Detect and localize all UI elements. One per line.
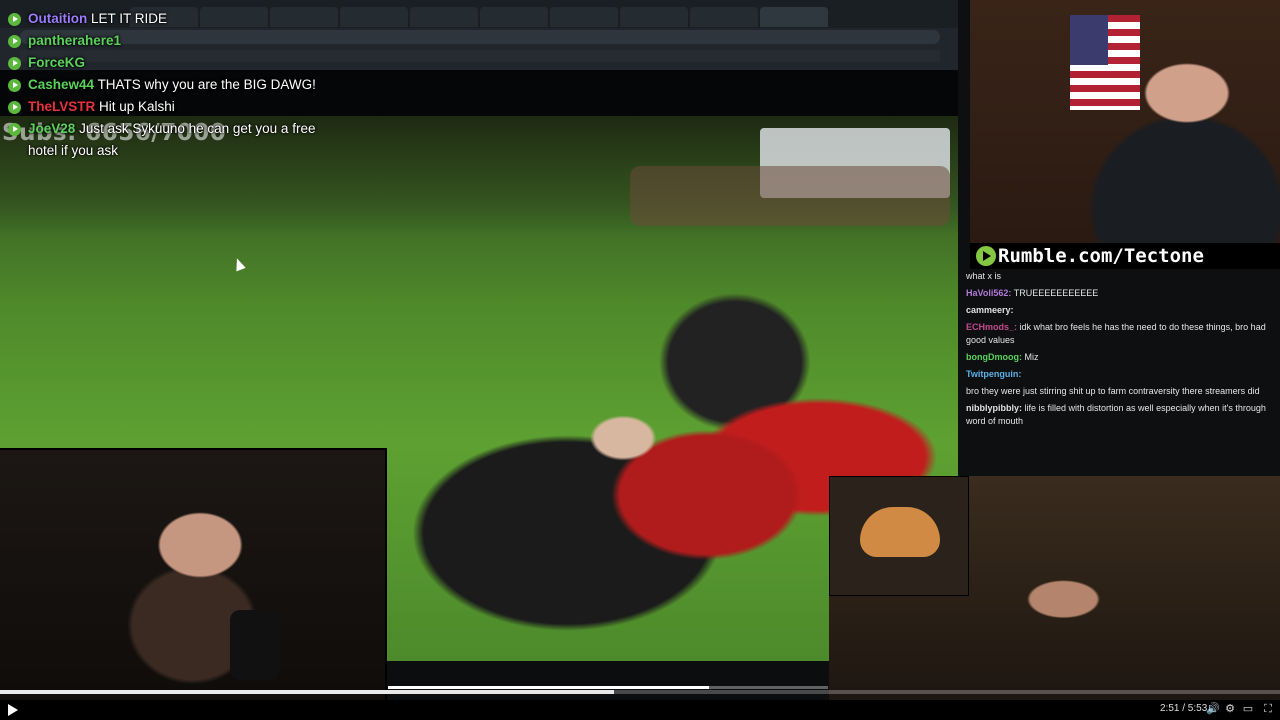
right-panel: Rumble.com/Tectone what x is HaVoli562: T…: [958, 0, 1280, 476]
cat: [860, 507, 940, 557]
side-chat-username: HaVoli562:: [966, 288, 1012, 298]
side-chat-message: ECHmods_: idk what bro feels he has the …: [962, 319, 1274, 349]
chat-username: ForceKG: [28, 55, 86, 70]
rumble-label: Rumble.com/Tectone: [998, 245, 1204, 267]
rumble-banner: Rumble.com/Tectone: [970, 243, 1280, 269]
fullscreen-icon[interactable]: ⛶: [1262, 703, 1274, 715]
rumble-play-icon: [8, 13, 21, 26]
chat-username: Outaition: [28, 11, 88, 26]
webcam-left: [0, 448, 387, 700]
progress-bar[interactable]: [0, 690, 1280, 694]
side-chat-text: Miz: [1024, 352, 1039, 362]
settings-icon[interactable]: ⚙: [1224, 703, 1236, 715]
american-flag: [1070, 15, 1140, 110]
side-chat-message: bongDmoog: Miz: [962, 349, 1274, 366]
side-chat-username: nibblypibbly:: [966, 403, 1022, 413]
side-chat-username: cammeery:: [966, 305, 1014, 315]
rumble-play-icon: [8, 101, 21, 114]
chat-username: pantherahere1: [28, 33, 122, 48]
play-icon[interactable]: [8, 704, 18, 716]
chat-message: JoeV28 Just ask Sykuuno he can get you a…: [6, 118, 336, 162]
chat-message: pantherahere1: [6, 30, 336, 52]
embedded-progress-bar: [388, 686, 828, 689]
chat-username: Cashew44: [28, 77, 95, 92]
rumble-play-icon: [8, 79, 21, 92]
side-chat: what x is HaVoli562: TRUEEEEEEEEEEE cammee…: [962, 268, 1274, 430]
side-chat-username: bongDmoog:: [966, 352, 1022, 362]
chat-text: LET IT RIDE: [91, 11, 168, 26]
progress-fill: [0, 690, 615, 694]
embedded-progress-fill: [388, 686, 710, 689]
webcam-top-right: [970, 0, 1280, 245]
chat-message: Cashew44 THATS why you are the BIG DAWG!: [6, 74, 336, 96]
cat-photo-frame: [829, 476, 969, 596]
chat-message: ForceKG: [6, 52, 336, 74]
chat-username: TheLVSTR: [28, 99, 96, 114]
side-chat-text: bro they were just stirring shit up to f…: [966, 386, 1260, 396]
side-chat-message: what x is: [962, 268, 1274, 285]
volume-icon[interactable]: 🔊: [1206, 703, 1220, 715]
side-chat-username: Twitpenguin:: [966, 369, 1022, 379]
side-chat-message: Twitpenguin:: [962, 366, 1274, 383]
chat-username: JoeV28: [28, 121, 76, 136]
side-chat-text: TRUEEEEEEEEEEE: [1013, 288, 1099, 298]
rumble-play-icon: [8, 57, 21, 70]
rumble-play-icon: [8, 35, 21, 48]
webcam-right: [829, 476, 1280, 700]
side-chat-message: HaVoli562: TRUEEEEEEEEEEE: [962, 285, 1274, 302]
chat-message: TheLVSTR Hit up Kalshi: [6, 96, 336, 118]
time-display: 2:51 / 5:53: [1160, 703, 1208, 714]
chat-text: Hit up Kalshi: [99, 99, 175, 114]
chat-overlay: Outaition LET IT RIDE pantherahere1 Force…: [6, 8, 336, 162]
side-chat-message: cammeery:: [962, 302, 1274, 319]
side-chat-username: ECHmods_:: [966, 322, 1018, 332]
microphone: [230, 610, 280, 680]
player-controls: 2:51 / 5:53 🔊 ⚙ ▭ ⛶: [0, 700, 1280, 720]
chat-text: THATS why you are the BIG DAWG!: [97, 77, 316, 92]
side-chat-message: bro they were just stirring shit up to f…: [962, 383, 1274, 400]
chat-message: Outaition LET IT RIDE: [6, 8, 336, 30]
theater-icon[interactable]: ▭: [1242, 703, 1254, 715]
side-chat-text: what x is: [966, 271, 1002, 281]
side-chat-message: nibblypibbly: life is filled with distor…: [962, 400, 1274, 430]
rumble-play-icon: [976, 246, 996, 266]
rumble-play-icon: [8, 123, 21, 136]
